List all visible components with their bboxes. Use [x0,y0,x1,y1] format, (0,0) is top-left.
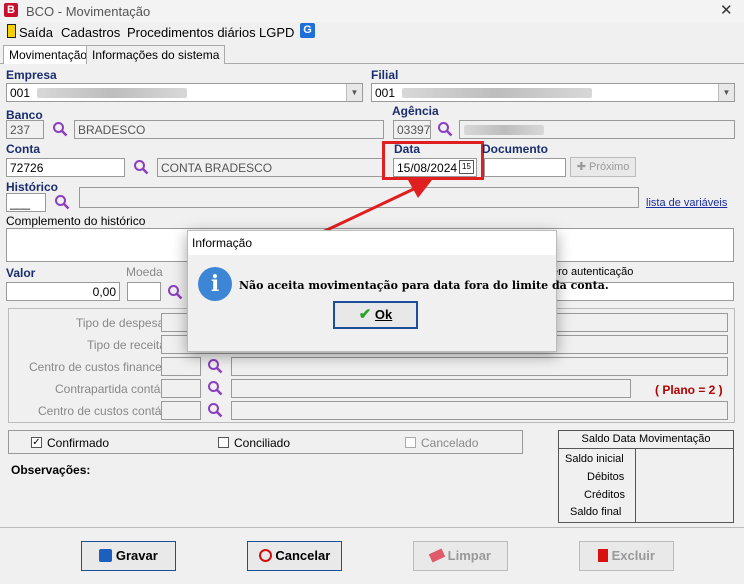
lista-variaveis-link[interactable]: lista de variáveis [646,197,727,209]
search-icon[interactable] [207,380,223,396]
agencia-label: Agência [392,104,439,118]
cancelar-label: Cancelar [275,548,331,563]
exit-icon[interactable] [7,24,16,38]
trash-icon [598,549,608,562]
menu-procedimentos[interactable]: Procedimentos diários [127,25,256,40]
tab-informacoes[interactable]: Informações do sistema [86,45,226,64]
conta-label: Conta [6,142,40,156]
gravar-button[interactable]: Gravar [81,541,176,571]
valor-label: Valor [6,266,36,280]
dialog-title: Informação [192,236,253,250]
proximo-button[interactable]: ✚ Próximo [570,157,636,177]
agencia-name-blurred [464,125,544,135]
search-icon[interactable] [167,284,183,300]
filial-name-blurred [402,88,592,98]
empresa-label: Empresa [6,68,57,82]
banco-name-input: BRADESCO [74,120,384,139]
filial-select[interactable]: 001 ▼ [371,83,735,102]
debitos-label: Débitos [587,471,625,483]
eraser-icon [428,548,446,563]
confirmado-checkbox[interactable]: ✓ [31,437,42,448]
empresa-code: 001 [10,86,31,100]
window-title: BCO - Movimentação [26,4,151,19]
contrapartida-code[interactable] [161,379,201,398]
conciliado-checkbox[interactable] [218,437,229,448]
search-icon[interactable] [437,121,453,137]
ok-button[interactable]: ✔ Ok [333,301,418,329]
complemento-label: Complemento do histórico [6,214,146,228]
centro-custos-fin-label: Centro de custos financeiro [29,360,176,374]
autenticacao-label: ero autenticação [552,266,634,278]
limpar-label: Limpar [447,548,491,563]
chevron-down-icon[interactable]: ▼ [718,84,734,101]
cancelado-label: Cancelado [421,436,479,450]
tab-movimentacao[interactable]: Movimentação [3,45,94,64]
limpar-button[interactable]: Limpar [413,541,508,571]
creditos-label: Créditos [584,489,625,501]
excluir-label: Excluir [611,548,655,563]
search-icon[interactable] [207,358,223,374]
centro-custos-fin-name [231,357,728,376]
confirmado-label: Confirmado [47,436,110,450]
search-icon[interactable] [133,159,149,175]
floppy-icon [99,549,113,562]
tipo-despesa-label: Tipo de despesa [76,316,165,330]
centro-custos-cont-label: Centro de custos contábil [38,404,174,418]
agencia-name-input [459,120,735,139]
search-icon[interactable] [207,402,223,418]
cancelado-checkbox[interactable] [405,437,416,448]
plano-label: ( Plano = 2 ) [655,383,723,397]
menu-cadastros[interactable]: Cadastros [61,25,120,40]
filial-label: Filial [371,68,399,82]
conta-code-input[interactable]: 72726 [6,158,125,177]
tipo-receita-label: Tipo de receita [87,338,166,352]
historico-code-input[interactable]: ___ [6,193,46,212]
saldo-inicial-label: Saldo inicial [565,453,624,465]
search-icon[interactable] [54,194,70,210]
contrapartida-name [231,379,631,398]
centro-custos-cont-code[interactable] [161,401,201,420]
moeda-input[interactable] [127,282,161,301]
centro-custos-cont-name [231,401,728,420]
empresa-select[interactable]: 001 ▼ [6,83,363,102]
cancelar-button[interactable]: Cancelar [247,541,342,571]
info-dialog: Informação i Não aceita movimentação par… [187,230,609,352]
agencia-code-input[interactable]: 03397 [393,120,431,139]
banco-code-input[interactable]: 237 [6,120,44,139]
chevron-down-icon[interactable]: ▼ [346,84,362,101]
ok-label: Ok [374,307,393,322]
search-icon[interactable] [52,121,68,137]
cancel-icon [258,549,272,562]
moeda-label: Moeda [126,265,163,279]
saldo-box: Saldo Data Movimentação Saldo inicial Dé… [558,430,734,523]
documento-label: Documento [482,142,548,156]
dialog-message: Não aceita movimentação para data fora d… [239,279,609,292]
saldo-title: Saldo Data Movimentação [559,431,733,449]
conciliado-label: Conciliado [234,436,291,450]
info-icon: i [198,267,232,301]
menu-saida[interactable]: Saída [19,25,53,40]
check-icon: ✔ [358,306,372,323]
contrapartida-label: Contrapartida contábil [55,382,173,396]
saldo-final-label: Saldo final [570,506,622,518]
historico-label: Histórico [6,180,59,194]
close-icon[interactable]: ✕ [720,1,733,19]
excluir-button[interactable]: Excluir [579,541,674,571]
gravar-label: Gravar [115,548,158,563]
menu-lgpd[interactable]: LGPD [259,25,294,40]
app-icon: B [4,3,18,17]
empresa-name-blurred [37,88,187,98]
saldo-divider [635,449,636,522]
valor-input[interactable]: 0,00 [6,282,120,301]
plus-icon: ✚ [576,161,589,173]
filial-code: 001 [375,86,396,100]
observacoes-label: Observações: [11,463,91,477]
proximo-label: Próximo [588,161,630,173]
centro-custos-fin-code[interactable] [161,357,201,376]
g-logo-icon[interactable]: G [300,23,315,38]
documento-input[interactable] [484,158,566,177]
